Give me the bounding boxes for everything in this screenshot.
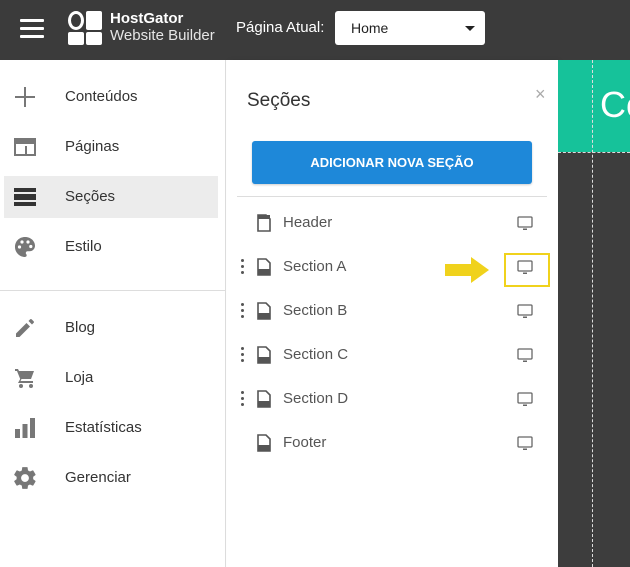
section-name: Section B [283, 302, 348, 319]
page-icon [257, 434, 271, 452]
page-icon [257, 258, 271, 276]
logo-line-2: Website Builder [110, 27, 215, 44]
desktop-icon[interactable] [517, 392, 533, 407]
desktop-icon[interactable] [517, 348, 533, 363]
desktop-icon[interactable] [517, 436, 533, 451]
highlight-box [504, 253, 550, 287]
drag-handle-icon[interactable] [241, 259, 245, 275]
current-page-value: Home [351, 20, 389, 36]
section-row-footer[interactable]: Footer [227, 422, 558, 466]
panel-divider [237, 196, 547, 197]
section-row-d[interactable]: Section D [227, 378, 558, 422]
sidebar-item-blog[interactable]: Blog [4, 307, 218, 349]
cart-icon [15, 369, 34, 388]
panel-title: Seções [247, 90, 311, 111]
palette-icon [15, 237, 35, 257]
hamburger-menu-icon[interactable] [20, 19, 44, 41]
sidebar-item-label: Conteúdos [65, 88, 138, 105]
section-name: Header [283, 214, 333, 231]
page-icon [257, 346, 271, 364]
logo-text: HostGator Website Builder [110, 10, 215, 44]
sidebar-item-paginas[interactable]: Páginas [4, 126, 218, 168]
sidebar-item-estilo[interactable]: Estilo [4, 226, 218, 268]
page-icon [257, 302, 271, 320]
sidebar-item-secoes[interactable]: Seções [4, 176, 218, 218]
hostgator-logo-icon [68, 11, 102, 45]
top-bar: HostGator Website Builder Página Atual: … [0, 0, 630, 60]
sidebar: Conteúdos Páginas Seções Estilo Blog Loj… [0, 60, 226, 567]
sidebar-item-label: Estatísticas [65, 419, 142, 436]
sidebar-item-gerenciar[interactable]: Gerenciar [4, 457, 218, 499]
section-name: Section A [283, 258, 347, 275]
hero-section[interactable]: Co [558, 60, 630, 152]
bar-chart-icon [15, 418, 35, 438]
sidebar-item-estatisticas[interactable]: Estatísticas [4, 407, 218, 449]
sidebar-item-conteudos[interactable]: Conteúdos [4, 76, 218, 118]
guide-line [592, 60, 593, 567]
sections-icon [14, 188, 36, 206]
sidebar-item-label: Gerenciar [65, 469, 131, 486]
section-name: Footer [283, 434, 327, 451]
pencil-icon [16, 319, 34, 337]
section-name: Section D [283, 390, 349, 407]
sidebar-divider [0, 290, 226, 291]
sidebar-item-label: Estilo [65, 238, 102, 255]
plus-icon [15, 87, 35, 107]
chevron-down-icon [465, 26, 475, 31]
arrow-right-icon [445, 257, 489, 283]
current-page-label: Página Atual: [236, 19, 325, 36]
add-section-button[interactable]: ADICIONAR NOVA SEÇÃO [252, 141, 532, 184]
guide-line [558, 152, 630, 153]
drag-handle-icon[interactable] [241, 391, 245, 407]
section-row-header[interactable]: Header [227, 202, 558, 246]
section-name: Section C [283, 346, 349, 363]
page-icon [257, 214, 271, 232]
sidebar-item-label: Loja [65, 369, 94, 386]
logo-line-1: HostGator [110, 10, 184, 27]
page-icon [257, 390, 271, 408]
close-icon[interactable]: × [535, 84, 546, 105]
drag-handle-icon[interactable] [241, 303, 245, 319]
page-canvas[interactable]: Co [558, 60, 630, 567]
gear-icon [14, 467, 36, 489]
desktop-icon[interactable] [517, 216, 533, 231]
current-page-select[interactable]: Home [335, 11, 485, 45]
sidebar-item-loja[interactable]: Loja [4, 357, 218, 399]
desktop-icon[interactable] [517, 304, 533, 319]
section-row-c[interactable]: Section C [227, 334, 558, 378]
sections-panel: Seções × ADICIONAR NOVA SEÇÃO Header Sec… [227, 60, 558, 567]
drag-handle-icon[interactable] [241, 347, 245, 363]
sidebar-item-label: Blog [65, 319, 96, 336]
sidebar-item-label: Seções [65, 188, 116, 205]
section-row-b[interactable]: Section B [227, 290, 558, 334]
sidebar-item-label: Páginas [65, 138, 120, 155]
hero-text: Co [600, 84, 630, 125]
pages-icon [14, 138, 36, 156]
